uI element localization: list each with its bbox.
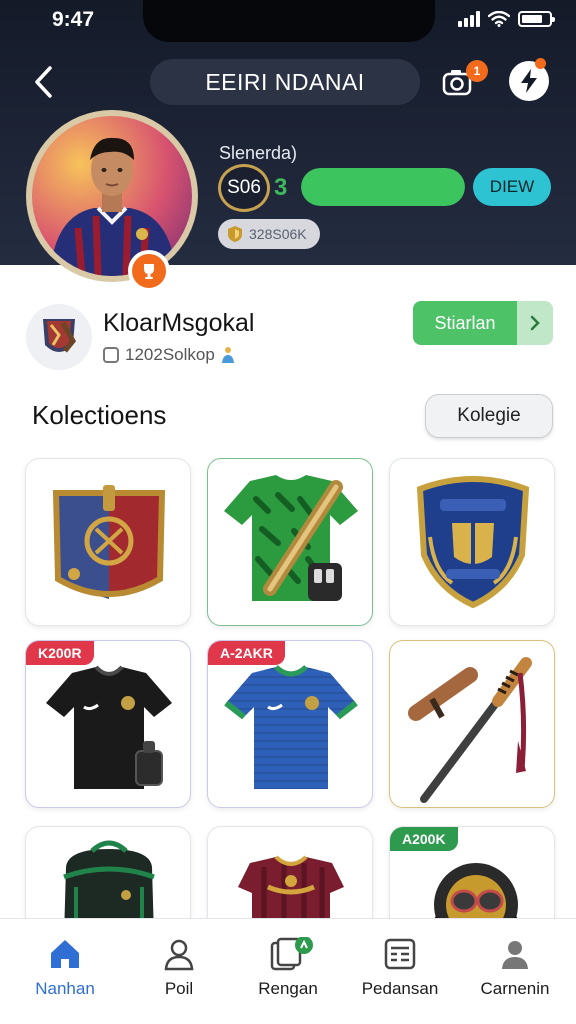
- black-jersey-icon: [46, 665, 172, 789]
- person-icon: [164, 939, 194, 971]
- stats-label: Slenerda): [219, 143, 298, 163]
- coin-amount: 328S06K: [249, 226, 307, 242]
- tab-cards[interactable]: Rengan: [233, 937, 343, 999]
- lightning-icon: [521, 69, 537, 93]
- tab-label: Poil: [164, 979, 194, 998]
- cards-icon: [270, 937, 313, 971]
- app-screen: 9:47 EEIRI NDANAI 1 Slenerda) S06 3 DIEW…: [0, 0, 576, 1024]
- tab-label: Carnenin: [480, 979, 550, 998]
- signal-icon: [458, 11, 480, 27]
- rank-badge: [128, 250, 170, 292]
- collection-card-blue-jersey[interactable]: A-2AKR: [207, 640, 373, 808]
- tab-home[interactable]: Nanhan: [10, 937, 120, 999]
- tab-account[interactable]: Carnenin: [460, 937, 570, 999]
- alert-dot: [535, 58, 546, 69]
- xp-progress-fill: [301, 168, 465, 206]
- trophy-icon: [144, 264, 154, 279]
- level-indicator: S06: [218, 164, 270, 212]
- item-tag: K200R: [26, 641, 94, 665]
- shield-coin-icon: [228, 226, 242, 242]
- tab-label: Rengan: [258, 979, 318, 998]
- tab-profile[interactable]: Poil: [124, 937, 234, 999]
- coin-balance: 328S06K: [218, 219, 320, 249]
- level-suffix: 3: [274, 174, 288, 201]
- grid-icon: [384, 938, 416, 970]
- status-time: 9:47: [52, 8, 95, 31]
- section-action-button[interactable]: Kolegie: [425, 394, 553, 438]
- profile-icon: [502, 941, 528, 969]
- player-portrait-icon: [50, 137, 176, 276]
- crest-badge-icon: [52, 485, 166, 599]
- xp-progress-bar: [301, 168, 465, 206]
- tab-label: Pedansan: [361, 979, 439, 998]
- player-avatar[interactable]: [26, 110, 198, 282]
- collection-card-crest-badge[interactable]: [25, 458, 191, 626]
- shield-badge-icon: [416, 476, 530, 609]
- bat-and-stick-icon: [408, 657, 532, 803]
- wifi-icon: [488, 11, 510, 27]
- blue-jersey-icon: [224, 665, 358, 789]
- person-small-icon: [221, 347, 234, 363]
- green-jersey-icon: [224, 475, 358, 601]
- section-title: Kolectioens: [32, 400, 167, 430]
- chevron-left-icon: [35, 66, 52, 98]
- avatar-image: [32, 116, 192, 276]
- collection-card-green-jersey[interactable]: [207, 458, 373, 626]
- home-icon: [51, 940, 79, 968]
- profile-id: 1202Solkop: [103, 345, 235, 365]
- share-button[interactable]: Stiarlan: [413, 301, 553, 345]
- battery-icon: [518, 11, 555, 27]
- club-crest-icon: [43, 319, 76, 353]
- id-card-icon: [103, 347, 119, 363]
- notification-badge: 1: [466, 60, 488, 82]
- tab-label: Nanhan: [35, 979, 95, 998]
- tab-dashboard[interactable]: Pedansan: [345, 937, 455, 999]
- page-title: EEIRI NDANAI: [150, 59, 420, 105]
- profile-id-text: 1202Solkop: [125, 345, 215, 364]
- back-button[interactable]: [28, 64, 58, 100]
- profile-name: KloarMsgokal: [103, 309, 255, 337]
- item-tag: A200K: [390, 827, 458, 851]
- club-logo[interactable]: [26, 304, 92, 370]
- device-notch: [143, 0, 435, 42]
- item-tag: A-2AKR: [208, 641, 285, 665]
- share-button-label: Stiarlan: [413, 301, 517, 345]
- view-button[interactable]: DIEW: [473, 168, 551, 206]
- collection-card-bat-and-stick[interactable]: [389, 640, 555, 808]
- status-icons: [458, 11, 555, 27]
- collection-card-black-jersey[interactable]: K200R: [25, 640, 191, 808]
- chevron-right-icon: [517, 301, 553, 345]
- bottom-tab-bar: Nanhan Poil Rengan Pedansan Carnenin: [0, 918, 576, 1024]
- collection-card-shield-badge[interactable]: [389, 458, 555, 626]
